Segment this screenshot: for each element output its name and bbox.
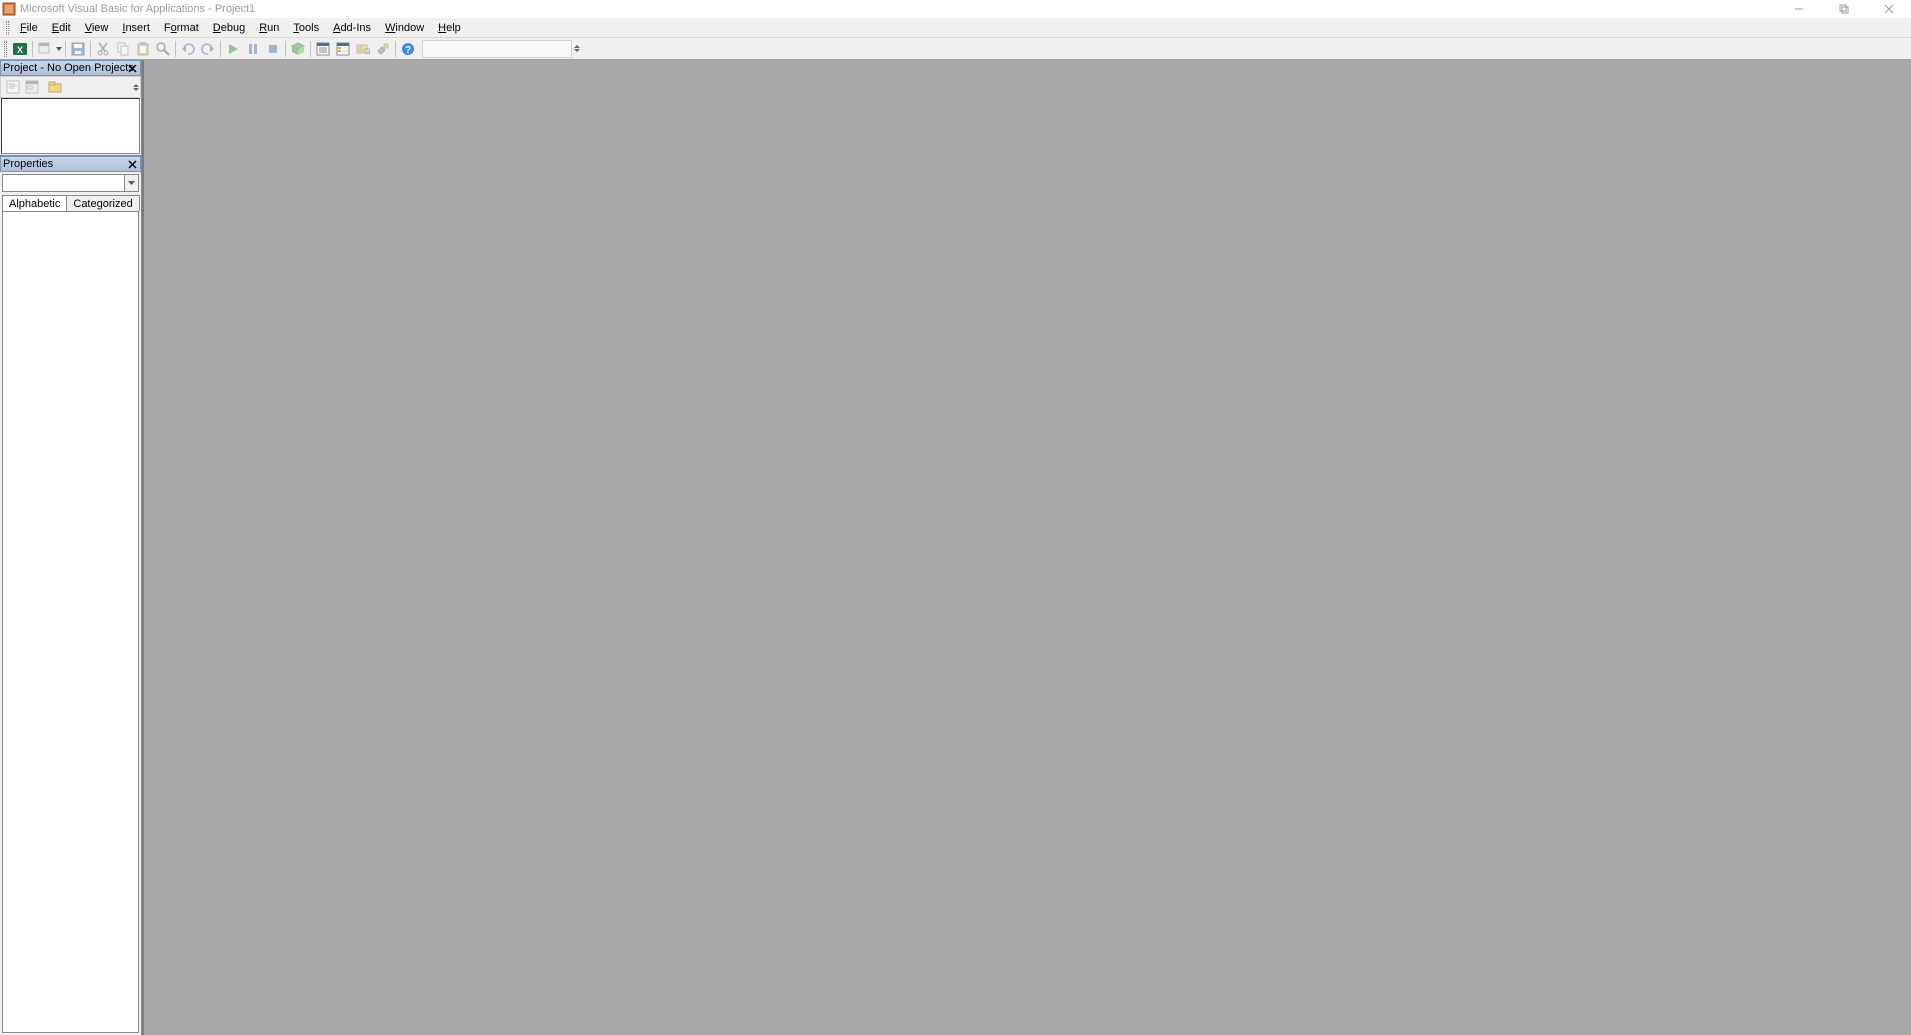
view-excel-button[interactable]: X [10,39,30,59]
project-tree[interactable] [1,98,140,154]
properties-grid[interactable] [2,211,139,1033]
mdi-client-area [142,60,1911,1035]
toolbar-overflow[interactable] [574,39,580,59]
menu-view[interactable]: View [78,20,116,36]
redo-button[interactable] [198,39,218,59]
toolbar-separator [395,41,396,57]
toolbar-separator [175,41,176,57]
run-button[interactable] [223,39,243,59]
project-pane-close-button[interactable] [125,61,139,75]
menu-addins[interactable]: Add-Ins [326,20,378,36]
properties-tabs: Alphabetic Categorized [2,193,139,211]
menu-tools[interactable]: Tools [286,20,326,36]
toolbar-handle[interactable] [4,41,7,57]
menubar-handle[interactable] [6,21,9,35]
save-button[interactable] [68,39,88,59]
menu-format[interactable]: Format [157,20,206,36]
view-object-button[interactable] [23,78,41,96]
left-sidebar: Project - No Open Projects [0,60,142,1035]
project-pane-titlebar[interactable]: Project - No Open Projects [0,60,141,76]
svg-text:?: ? [405,45,411,56]
dropdown-arrow-icon [124,175,138,191]
vba-app-icon [2,2,16,16]
project-explorer-pane: Project - No Open Projects [0,60,141,156]
workspace: Project - No Open Projects [0,60,1911,1035]
menu-file[interactable]: File [13,20,45,36]
undo-button[interactable] [178,39,198,59]
project-toolbar-overflow[interactable] [133,78,139,96]
find-button[interactable] [153,39,173,59]
properties-object-dropdown[interactable] [2,174,139,192]
menu-insert[interactable]: Insert [115,20,157,36]
menu-help[interactable]: Help [431,20,468,36]
properties-pane-title: Properties [3,158,53,170]
toolbar-separator [285,41,286,57]
toolbar-separator [310,41,311,57]
window-title: Microsoft Visual Basic for Applications … [20,3,255,15]
menubar: File Edit View Insert Format Debug Run T… [0,18,1911,38]
cut-button[interactable] [93,39,113,59]
properties-pane: Properties Alphabetic Categorized [0,156,141,1035]
svg-text:X: X [17,45,23,55]
maximize-button[interactable] [1821,0,1866,18]
help-button[interactable]: ? [398,39,418,59]
reset-button[interactable] [263,39,283,59]
properties-pane-close-button[interactable] [125,157,139,171]
toolbar-separator [220,41,221,57]
copy-button[interactable] [113,39,133,59]
menu-debug[interactable]: Debug [206,20,252,36]
minimize-button[interactable] [1776,0,1821,18]
design-mode-button[interactable] [288,39,308,59]
view-code-button[interactable] [4,78,22,96]
toolbar-separator [65,41,66,57]
titlebar: Microsoft Visual Basic for Applications … [0,0,1911,18]
break-button[interactable] [243,39,263,59]
window-controls [1776,0,1911,18]
properties-window-button[interactable] [333,39,353,59]
tab-alphabetic[interactable]: Alphabetic [2,195,67,211]
menu-run[interactable]: Run [252,20,286,36]
toggle-folders-button[interactable] [46,78,64,96]
properties-pane-titlebar[interactable]: Properties [0,156,141,172]
project-explorer-button[interactable] [313,39,333,59]
project-pane-title: Project - No Open Projects [3,62,134,74]
insert-userform-button[interactable] [35,39,55,59]
standard-toolbar: X [0,38,1911,60]
tab-categorized[interactable]: Categorized [66,195,139,211]
close-button[interactable] [1866,0,1911,18]
paste-button[interactable] [133,39,153,59]
line-column-display [422,40,572,58]
insert-dropdown-arrow[interactable] [55,39,63,59]
menu-edit[interactable]: Edit [45,20,78,36]
menu-window[interactable]: Window [378,20,431,36]
toolbar-separator [90,41,91,57]
toolbar-separator [32,41,33,57]
project-toolbar [0,76,141,98]
toolbox-button[interactable] [373,39,393,59]
object-browser-button[interactable] [353,39,373,59]
